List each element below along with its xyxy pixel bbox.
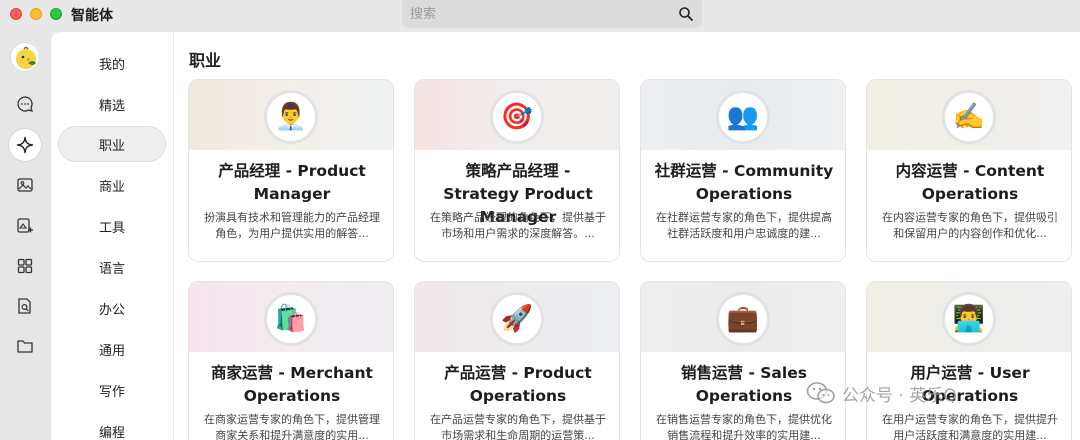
agent-description: 在用户运营专家的角色下，提供提升用户活跃度和满意度的实用建... [882,413,1058,440]
category-business[interactable]: 商业 [58,167,166,203]
agent-card[interactable]: ✍️ 内容运营 - Content Operations 在内容运营专家的角色下… [866,79,1072,262]
search-input[interactable] [410,4,670,24]
agent-avatar-icon: 🚀 [490,292,544,346]
agent-name: 商家运营 - Merchant Operations [211,364,373,405]
grid-icon [17,258,33,274]
agent-description: 在策略产品经理的角色下，提供基于市场和用户需求的深度解答。... [430,211,606,240]
category-career[interactable]: 职业 [58,126,166,162]
agent-avatar-icon: ✍️ [942,90,996,144]
agent-card[interactable]: 🚀 产品运营 - Product Operations 在产品运营专家的角色下，… [414,281,620,440]
agent-avatar-icon: 👨‍💻 [942,292,996,346]
avatar[interactable] [10,42,40,72]
agent-name: 社群运营 - Community Operations [654,162,834,203]
wechat-icon [806,382,835,404]
rail-folder-button[interactable] [9,330,41,362]
category-general[interactable]: 通用 [58,331,166,367]
agent-card[interactable]: 👨‍💻 用户运营 - User Operations 在用户运营专家的角色下，提… [866,281,1072,440]
agent-card[interactable]: 👥 社群运营 - Community Operations 在社群运营专家的角色… [640,79,846,262]
category-writing[interactable]: 写作 [58,372,166,408]
rail-apps-button[interactable] [9,250,41,282]
category-language[interactable]: 语言 [58,249,166,285]
agent-description: 在销售运营专家的角色下，提供优化销售流程和提升效率的实用建... [656,413,832,440]
agent-description: 在商家运营专家的角色下，提供管理商家关系和提升满意度的实用... [204,413,380,440]
watermark: 公众号 · 英乐Q [806,378,957,408]
category-tools[interactable]: 工具 [58,208,166,244]
agent-avatar-icon: 🛍️ [264,292,318,346]
chat-icon [17,96,33,112]
avatar-chick-icon [16,46,36,69]
category-programming[interactable]: 编程 [58,413,166,440]
category-office[interactable]: 办公 [58,290,166,326]
agent-description: 在社群运营专家的角色下，提供提高社群活跃度和用户忠诚度的建... [656,211,832,240]
rail-image-edit-button[interactable] [9,210,41,242]
agent-card[interactable]: 👨‍💼 产品经理 - Product Manager 扮演具有技术和管理能力的产… [188,79,394,262]
rail-image-button[interactable] [9,169,41,201]
rail-doc-search-button[interactable] [9,290,41,322]
agent-name: 产品经理 - Product Manager [218,162,366,203]
category-mine[interactable]: 我的 [58,45,166,81]
zoom-window-button[interactable] [50,8,62,20]
agent-name: 内容运营 - Content Operations [895,162,1045,203]
agent-description: 在内容运营专家的角色下，提供吸引和保留用户的内容创作和优化... [882,211,1058,240]
image-edit-icon [17,218,33,233]
category-featured[interactable]: 精选 [58,86,166,122]
agent-avatar-icon: 👨‍💼 [264,90,318,144]
category-sidebar: 我的 精选 职业 商业 工具 语言 办公 通用 写作 编程 [51,32,173,440]
app-title: 智能体 [71,8,113,24]
rail-agents-button[interactable] [9,129,41,161]
agent-name: 产品运营 - Product Operations [444,364,592,405]
sparkle-icon [16,136,34,154]
agent-avatar-icon: 💼 [716,292,770,346]
icon-rail [0,32,51,440]
agent-card[interactable]: 🎯 策略产品经理 - Strategy Product Manager 在策略产… [414,79,620,262]
search-bar[interactable] [402,0,702,28]
folder-icon [17,340,33,353]
title-bar: 智能体 [0,0,1080,32]
image-icon [17,178,33,192]
search-icon[interactable] [678,6,694,22]
agent-avatar-icon: 🎯 [490,90,544,144]
section-title: 职业 [189,51,222,70]
agent-card[interactable]: 🛍️ 商家运营 - Merchant Operations 在商家运营专家的角色… [188,281,394,440]
rail-chat-button[interactable] [9,88,41,120]
minimize-window-button[interactable] [30,8,42,20]
agent-avatar-icon: 👥 [716,90,770,144]
watermark-text: 公众号 · 英乐Q [842,385,957,406]
agent-card[interactable]: 💼 销售运营 - Sales Operations 在销售运营专家的角色下，提供… [640,281,846,440]
close-window-button[interactable] [10,8,22,20]
agent-description: 扮演具有技术和管理能力的产品经理角色，为用户提供实用的解答... [204,211,380,240]
agent-description: 在产品运营专家的角色下，提供基于市场需求和生命周期的运营策... [430,413,606,440]
doc-search-icon [18,298,31,314]
